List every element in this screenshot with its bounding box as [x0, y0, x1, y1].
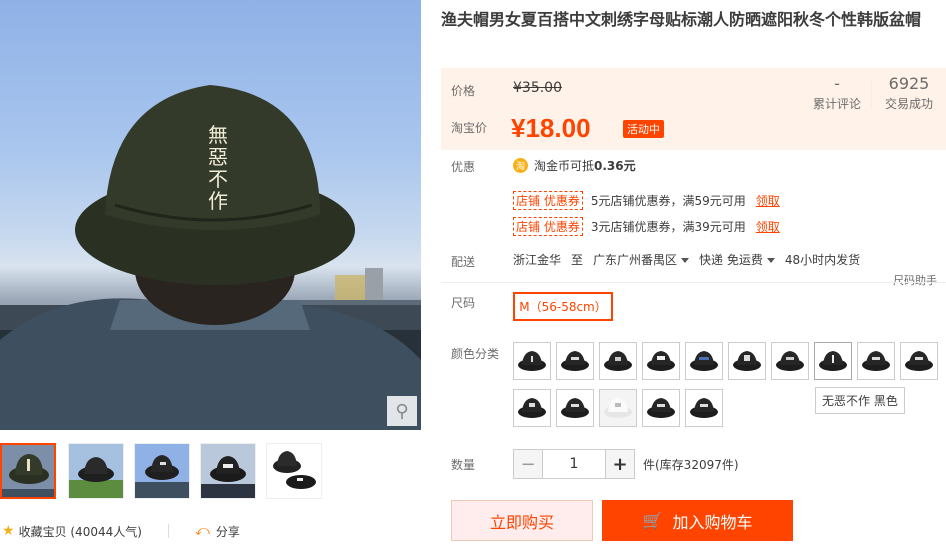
- delivery-label: 配送: [451, 255, 476, 269]
- divider: [871, 80, 872, 110]
- taobao-coin-icon: 淘: [513, 158, 528, 173]
- promo-price-label: 淘宝价: [451, 121, 488, 135]
- sales-count[interactable]: 6925 交易成功: [879, 74, 939, 112]
- divider: [441, 282, 946, 283]
- share-link[interactable]: 分享: [216, 523, 240, 540]
- review-count[interactable]: - 累计评论: [809, 74, 865, 112]
- chevron-down-icon: [766, 258, 775, 263]
- decrement-button[interactable]: −: [513, 449, 543, 479]
- chevron-down-icon: [681, 258, 690, 263]
- size-helper-link[interactable]: 尺码助手: [893, 272, 937, 288]
- coupon-row-2: 店铺 优惠券 3元店铺优惠券，满39元可用 领取: [513, 217, 780, 236]
- delivery-to-word: 至: [571, 253, 584, 267]
- thumbnail-4[interactable]: [200, 443, 256, 499]
- thumbnail-5[interactable]: [266, 443, 322, 499]
- coin-text: 淘金币可抵: [534, 159, 595, 173]
- color-label: 颜色分类: [451, 347, 500, 361]
- sales-count-label: 交易成功: [884, 97, 933, 111]
- price-panel: 价格 ¥35.00 淘宝价 ¥18.00 活动中 - 累计评论 6925 交易成…: [441, 68, 946, 150]
- star-icon: ★: [2, 523, 15, 539]
- zoom-icon[interactable]: ⚲: [387, 396, 417, 426]
- color-swatch[interactable]: [857, 342, 895, 380]
- color-swatch[interactable]: [599, 342, 637, 380]
- item-actions: ★ 收藏宝贝 (40044人气) ⤺ 分享: [0, 520, 421, 542]
- color-swatch[interactable]: [685, 342, 723, 380]
- product-title: 渔夫帽男女夏百搭中文刺绣字母贴标潮人防晒遮阳秋冬个性韩版盆帽: [441, 10, 922, 29]
- quantity-stepper: − 1 + 件(库存32097件): [513, 449, 739, 479]
- color-tooltip: 无恶不作 黑色: [815, 387, 905, 414]
- coupon-text: 5元店铺优惠券，满59元可用: [590, 194, 746, 208]
- color-swatch[interactable]: [556, 389, 594, 427]
- benefits-label: 优惠: [451, 160, 476, 174]
- color-swatch[interactable]: [900, 342, 938, 380]
- claim-coupon-link[interactable]: 领取: [756, 192, 780, 209]
- claim-coupon-link[interactable]: 领取: [756, 218, 780, 235]
- favorite-link[interactable]: 收藏宝贝 (40044人气): [19, 523, 142, 540]
- add-to-cart-button[interactable]: 🛒 加入购物车: [602, 500, 793, 541]
- size-option-m[interactable]: M（56-58cm）: [513, 292, 613, 321]
- quantity-input[interactable]: 1: [543, 449, 605, 479]
- color-swatch-white[interactable]: [599, 389, 637, 427]
- price-label: 价格: [451, 84, 476, 98]
- color-swatch[interactable]: [642, 389, 680, 427]
- stock-text: 件(库存32097件): [643, 457, 739, 472]
- embroidery-char: 無: [208, 123, 228, 147]
- original-price: ¥35.00: [513, 80, 562, 96]
- embroidery-char: 惡: [208, 145, 228, 169]
- promo-badge: 活动中: [623, 120, 664, 138]
- coupon-row-1: 店铺 优惠券 5元店铺优惠券，满59元可用 领取: [513, 191, 780, 210]
- add-to-cart-label: 加入购物车: [672, 512, 753, 532]
- coupon-tag: 店铺 优惠券: [513, 217, 583, 236]
- coupon-tag: 店铺 优惠券: [513, 191, 583, 210]
- delivery-from: 浙江金华: [513, 253, 562, 267]
- increment-button[interactable]: +: [605, 449, 635, 479]
- shipping-method-text: 快递 免运费: [699, 253, 763, 267]
- color-swatch-selected[interactable]: [814, 342, 852, 380]
- color-swatch[interactable]: [513, 342, 551, 380]
- share-icon: ⤺: [194, 523, 210, 539]
- thumbnail-2[interactable]: [68, 443, 124, 499]
- size-label: 尺码: [451, 296, 476, 310]
- color-swatch[interactable]: [642, 342, 680, 380]
- embroidery-char: 不: [208, 167, 228, 191]
- delivery-row: 浙江金华 至 广东广州番禺区 快递 免运费 48小时内发货: [513, 251, 860, 268]
- embroidery-char: 作: [208, 189, 228, 213]
- review-count-value: -: [834, 74, 840, 93]
- color-swatch[interactable]: [728, 342, 766, 380]
- thumbnail-1[interactable]: [0, 443, 56, 499]
- ship-time: 48小时内发货: [784, 253, 861, 267]
- review-count-label: 累计评论: [812, 97, 861, 111]
- color-swatch[interactable]: [685, 389, 723, 427]
- hat-embroidery: 無 惡 不 作: [205, 124, 231, 212]
- thumbnail-strip: [0, 443, 421, 501]
- color-swatch[interactable]: [513, 389, 551, 427]
- thumbnail-3[interactable]: [134, 443, 190, 499]
- quantity-label: 数量: [451, 458, 476, 472]
- destination-select[interactable]: 广东广州番禺区: [593, 251, 690, 268]
- coin-amount: 0.36元: [594, 159, 636, 173]
- shipping-method-select[interactable]: 快递 免运费: [699, 251, 775, 268]
- divider: [167, 524, 169, 538]
- promo-price: ¥18.00: [511, 113, 591, 143]
- cart-icon: 🛒: [642, 511, 663, 530]
- main-product-image[interactable]: 無 惡 不 作 ⚲: [0, 0, 421, 430]
- destination-text: 广东广州番禺区: [593, 253, 678, 267]
- hat-photo: [0, 85, 421, 430]
- buy-now-button[interactable]: 立即购买: [451, 500, 593, 541]
- sales-count-value: 6925: [888, 74, 930, 93]
- coin-discount: 淘 淘金币可抵 0.36元: [513, 157, 636, 174]
- color-swatch[interactable]: [771, 342, 809, 380]
- color-swatch[interactable]: [556, 342, 594, 380]
- coupon-text: 3元店铺优惠券，满39元可用: [590, 220, 746, 234]
